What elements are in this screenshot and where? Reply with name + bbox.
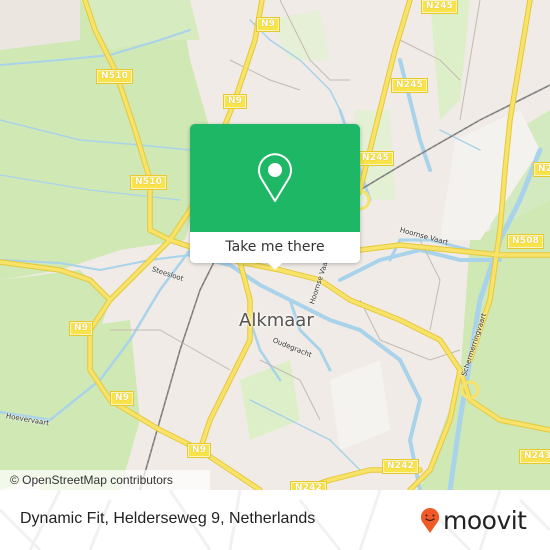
city-label-alkmaar: Alkmaar xyxy=(239,310,314,331)
road-shield-n508: N508 xyxy=(506,234,545,249)
road-shield-n9: N9 xyxy=(255,17,281,32)
footer-bar: Dynamic Fit, Helderseweg 9, Netherlands … xyxy=(0,490,550,550)
road-shield-n9: N9 xyxy=(222,94,248,109)
road-shield-n245: N245 xyxy=(532,162,550,177)
location-address: Dynamic Fit, Helderseweg 9, Netherlands xyxy=(20,510,316,527)
popup-pointer xyxy=(267,262,283,270)
take-me-there-button[interactable]: Take me there xyxy=(190,232,360,263)
road-shield-n245: N245 xyxy=(356,151,395,166)
moovit-wordmark: moovit xyxy=(443,506,527,535)
destination-popup: Take me there xyxy=(190,124,360,270)
road-shield-n245: N245 xyxy=(390,78,429,93)
road-shield-n242: N242 xyxy=(289,481,328,490)
road-shield-n242: N242 xyxy=(381,459,420,474)
moovit-logo[interactable]: moovit xyxy=(420,504,527,538)
road-shield-n9: N9 xyxy=(186,443,212,458)
road-shield-n510: N510 xyxy=(95,69,134,84)
road-shield-n245: N245 xyxy=(420,0,459,14)
road-shield-n243: N243 xyxy=(518,449,550,464)
map[interactable]: N9 N510 N9 N510 N245 N245 N245 N245 N508… xyxy=(0,0,550,490)
map-attribution[interactable]: © OpenStreetMap contributors xyxy=(0,470,210,490)
popup-map-pin-area[interactable] xyxy=(190,124,360,232)
moovit-smiley-pin-icon xyxy=(421,508,439,533)
road-shield-n510: N510 xyxy=(129,175,168,190)
road-shield-n9: N9 xyxy=(68,321,94,336)
road-shield-n9: N9 xyxy=(109,391,135,406)
location-pin-icon xyxy=(258,153,292,202)
